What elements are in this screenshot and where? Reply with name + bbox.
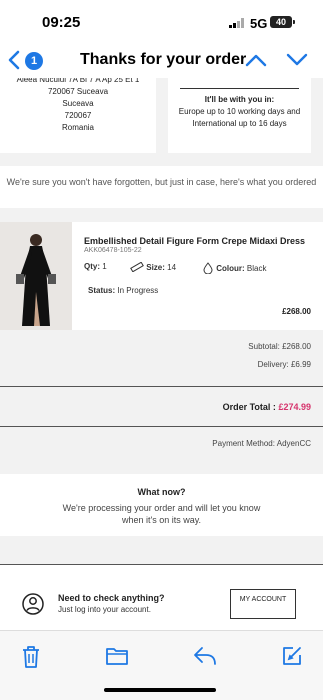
colour-value: Black — [246, 263, 267, 273]
mail-navbar: 1 Thanks for your order — [0, 44, 323, 78]
order-total-value: £274.99 — [278, 402, 311, 412]
previous-message-icon[interactable] — [245, 53, 267, 67]
status-value: In Progress — [117, 286, 159, 295]
qty-value: 1 — [102, 262, 107, 271]
size-field: Size: 14 — [130, 262, 176, 272]
order-total-label: Order Total : — [222, 402, 276, 412]
what-now-section: What now? We're processing your order an… — [0, 474, 323, 536]
subtotal: Subtotal: £268.00 — [248, 342, 311, 351]
payment-method: Payment Method: AdyenCC — [212, 439, 311, 448]
delivery-address-card: Aleea Nucului 7A Bl 7 A Ap 25 Et 1 72006… — [0, 78, 156, 153]
help-text: Just log into your account. — [58, 605, 151, 614]
address-line: 720067 — [64, 111, 92, 120]
ruler-icon — [130, 262, 144, 272]
address-line: Suceava — [62, 99, 94, 108]
status-bar: 09:25 5G 40 — [0, 0, 323, 44]
product-sku: AKK06478-105-22 — [84, 247, 142, 254]
my-account-button[interactable]: MY ACCOUNT — [230, 589, 296, 619]
order-item: Embellished Detail Figure Form Crepe Mid… — [0, 222, 323, 330]
address-line: 720067 Suceava — [47, 87, 109, 96]
size-value: 14 — [167, 262, 177, 272]
delivery-cost: Delivery: £6.99 — [257, 360, 311, 369]
network-type: 5G — [250, 16, 268, 31]
qty-field: Qty: 1 — [84, 262, 107, 271]
back-chevron-icon[interactable] — [6, 50, 22, 70]
colour-field: Colour: Black — [202, 262, 266, 274]
address-line: Romania — [61, 123, 94, 132]
delivery-estimate-text: Europe up to 10 working days and Interna… — [178, 107, 301, 128]
divider — [0, 386, 323, 387]
reply-icon[interactable] — [192, 645, 218, 667]
order-totals: Subtotal: £268.00 Delivery: £6.99 Order … — [0, 330, 323, 466]
signal-icon — [229, 18, 244, 28]
status-label: Status: — [88, 286, 116, 295]
order-total: Order Total : £274.99 — [223, 402, 311, 412]
what-now-heading: What now? — [137, 487, 186, 497]
address-line: Aleea Nucului 7A Bl 7 A Ap 25 Et 1 — [16, 78, 140, 84]
order-reminder-text: We're sure you won't have forgotten, but… — [0, 166, 323, 208]
home-indicator — [104, 688, 216, 692]
what-now-text: We're processing your order and will let… — [62, 503, 261, 525]
account-help-section: Need to check anything? Just log into yo… — [0, 564, 323, 630]
delivery-estimate-card: It'll be with you in: Europe up to 10 wo… — [168, 78, 311, 153]
qty-label: Qty: — [84, 262, 100, 271]
divider — [180, 88, 299, 89]
divider — [0, 426, 323, 427]
item-status: Status: In Progress — [88, 286, 158, 295]
unread-badge[interactable]: 1 — [25, 52, 43, 70]
folder-icon[interactable] — [105, 645, 129, 667]
colour-label: Colour: — [216, 263, 245, 273]
product-name: Embellished Detail Figure Form Crepe Mid… — [84, 236, 306, 246]
size-label: Size: — [146, 262, 165, 272]
battery-icon: 40 — [270, 16, 295, 28]
user-icon — [22, 593, 44, 615]
item-price: £268.00 — [282, 307, 311, 316]
email-body[interactable]: Aleea Nucului 7A Bl 7 A Ap 25 Et 1 72006… — [0, 78, 323, 630]
product-image[interactable] — [0, 222, 72, 330]
trash-icon[interactable] — [20, 645, 42, 669]
email-subject: Thanks for your order — [80, 51, 247, 68]
colour-drop-icon — [203, 262, 213, 274]
next-message-icon[interactable] — [286, 53, 308, 67]
delivery-heading: It'll be with you in: — [204, 95, 275, 104]
status-time: 09:25 — [42, 14, 81, 31]
help-heading: Need to check anything? — [58, 593, 165, 603]
compose-icon[interactable] — [281, 645, 303, 667]
